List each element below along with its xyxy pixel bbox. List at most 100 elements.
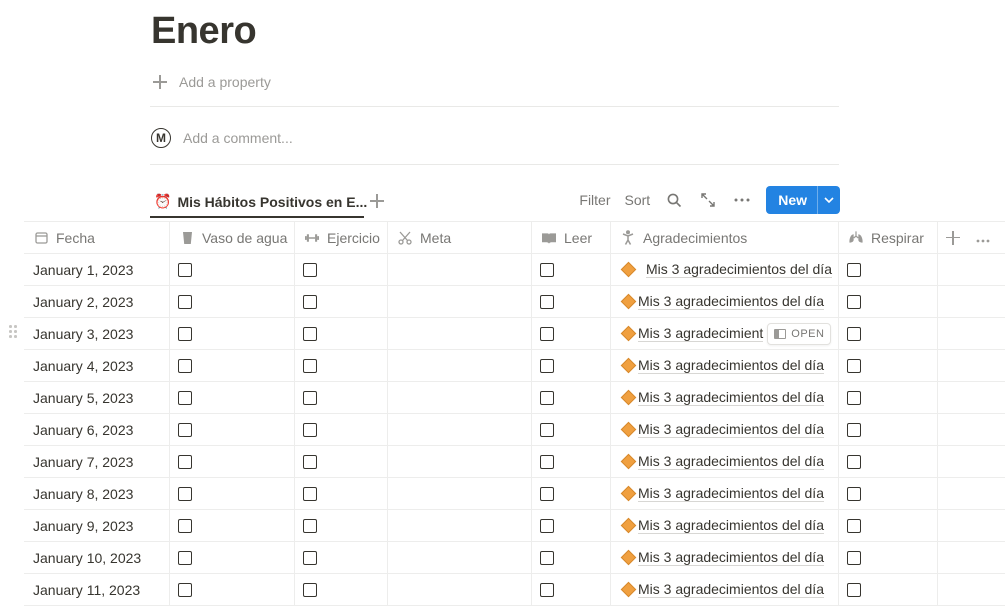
vaso-checkbox[interactable] bbox=[178, 582, 192, 597]
column-header-respirar[interactable]: Respirar bbox=[839, 222, 938, 253]
tab-mis-habitos[interactable]: ⏰ Mis Hábitos Positivos en E... bbox=[154, 186, 377, 217]
agradecimientos-link[interactable]: Mis 3 agradecimientos del día bbox=[638, 581, 824, 598]
vaso-checkbox[interactable] bbox=[178, 326, 192, 341]
leer-checkbox[interactable] bbox=[540, 550, 554, 565]
column-header-ejercicio[interactable]: Ejercicio bbox=[295, 222, 388, 253]
fecha-cell[interactable]: January 10, 2023 bbox=[24, 542, 170, 573]
leer-checkbox[interactable] bbox=[540, 454, 554, 469]
vaso-checkbox[interactable] bbox=[178, 518, 192, 533]
ejercicio-checkbox[interactable] bbox=[303, 454, 317, 469]
meta-cell[interactable] bbox=[388, 446, 532, 477]
column-header-leer[interactable]: Leer bbox=[532, 222, 611, 253]
agradecimientos-cell[interactable]: Mis 3 agradecimientos del día bbox=[611, 542, 839, 573]
meta-cell[interactable] bbox=[388, 286, 532, 317]
vaso-checkbox[interactable] bbox=[178, 294, 192, 309]
vaso-checkbox[interactable] bbox=[178, 262, 192, 277]
fecha-cell[interactable]: January 4, 2023 bbox=[24, 350, 170, 381]
leer-checkbox[interactable] bbox=[540, 486, 554, 501]
table-row[interactable]: January 9, 2023 Mis 3 agradecimientos del… bbox=[24, 510, 1005, 542]
add-column-icon[interactable] bbox=[944, 229, 962, 247]
column-header-meta[interactable]: Meta bbox=[388, 222, 532, 253]
meta-cell[interactable] bbox=[388, 510, 532, 541]
search-icon[interactable] bbox=[664, 190, 684, 210]
respirar-checkbox[interactable] bbox=[847, 550, 861, 565]
agradecimientos-cell[interactable]: Mis 3 agradecimientos del día bbox=[611, 478, 839, 509]
leer-checkbox[interactable] bbox=[540, 390, 554, 405]
agradecimientos-cell[interactable]: Mis 3 agradecimientos del día bbox=[611, 254, 839, 285]
meta-cell[interactable] bbox=[388, 574, 532, 605]
agradecimientos-cell[interactable]: Mis 3 agradecimient OPEN bbox=[611, 318, 839, 349]
meta-cell[interactable] bbox=[388, 542, 532, 573]
ejercicio-checkbox[interactable] bbox=[303, 294, 317, 309]
table-row[interactable]: January 4, 2023 Mis 3 agradecimientos del… bbox=[24, 350, 1005, 382]
sort-button[interactable]: Sort bbox=[625, 192, 651, 208]
table-row[interactable]: January 8, 2023 Mis 3 agradecimientos del… bbox=[24, 478, 1005, 510]
fecha-cell[interactable]: January 3, 2023 bbox=[24, 318, 170, 349]
respirar-checkbox[interactable] bbox=[847, 294, 861, 309]
table-row[interactable]: January 6, 2023 Mis 3 agradecimientos del… bbox=[24, 414, 1005, 446]
column-header-fecha[interactable]: Fecha bbox=[24, 222, 170, 253]
fecha-cell[interactable]: January 6, 2023 bbox=[24, 414, 170, 445]
meta-cell[interactable] bbox=[388, 350, 532, 381]
ejercicio-checkbox[interactable] bbox=[303, 550, 317, 565]
ejercicio-checkbox[interactable] bbox=[303, 422, 317, 437]
vaso-checkbox[interactable] bbox=[178, 486, 192, 501]
meta-cell[interactable] bbox=[388, 318, 532, 349]
meta-cell[interactable] bbox=[388, 414, 532, 445]
leer-checkbox[interactable] bbox=[540, 326, 554, 341]
respirar-checkbox[interactable] bbox=[847, 582, 861, 597]
table-row[interactable]: January 11, 2023 Mis 3 agradecimientos de… bbox=[24, 574, 1005, 606]
table-row[interactable]: January 1, 2023 Mis 3 agradecimientos del… bbox=[24, 254, 1005, 286]
vaso-checkbox[interactable] bbox=[178, 390, 192, 405]
table-row[interactable]: January 3, 2023 Mis 3 agradecimient OPEN bbox=[24, 318, 1005, 350]
agradecimientos-cell[interactable]: Mis 3 agradecimientos del día bbox=[611, 414, 839, 445]
table-row[interactable]: January 2, 2023 Mis 3 agradecimientos del… bbox=[24, 286, 1005, 318]
ejercicio-checkbox[interactable] bbox=[303, 262, 317, 277]
ejercicio-checkbox[interactable] bbox=[303, 390, 317, 405]
vaso-checkbox[interactable] bbox=[178, 422, 192, 437]
agradecimientos-link[interactable]: Mis 3 agradecimientos del día bbox=[638, 485, 824, 502]
open-button[interactable]: OPEN bbox=[767, 322, 832, 345]
ejercicio-checkbox[interactable] bbox=[303, 518, 317, 533]
agradecimientos-link[interactable]: Mis 3 agradecimient bbox=[638, 325, 764, 342]
agradecimientos-link[interactable]: Mis 3 agradecimientos del día bbox=[638, 389, 824, 406]
vaso-checkbox[interactable] bbox=[178, 454, 192, 469]
agradecimientos-link[interactable]: Mis 3 agradecimientos del día bbox=[638, 517, 824, 534]
add-property-button[interactable]: Add a property bbox=[151, 70, 271, 94]
agradecimientos-cell[interactable]: Mis 3 agradecimientos del día bbox=[611, 350, 839, 381]
column-header-agradecimientos[interactable]: Agradecimientos bbox=[611, 222, 839, 253]
fecha-cell[interactable]: January 8, 2023 bbox=[24, 478, 170, 509]
respirar-checkbox[interactable] bbox=[847, 486, 861, 501]
drag-handle-icon[interactable] bbox=[9, 325, 19, 339]
leer-checkbox[interactable] bbox=[540, 294, 554, 309]
respirar-checkbox[interactable] bbox=[847, 358, 861, 373]
leer-checkbox[interactable] bbox=[540, 358, 554, 373]
leer-checkbox[interactable] bbox=[540, 262, 554, 277]
table-row[interactable]: January 5, 2023 Mis 3 agradecimientos del… bbox=[24, 382, 1005, 414]
agradecimientos-cell[interactable]: Mis 3 agradecimientos del día bbox=[611, 382, 839, 413]
expand-icon[interactable] bbox=[698, 190, 718, 210]
leer-checkbox[interactable] bbox=[540, 582, 554, 597]
respirar-checkbox[interactable] bbox=[847, 262, 861, 277]
agradecimientos-cell[interactable]: Mis 3 agradecimientos del día bbox=[611, 446, 839, 477]
agradecimientos-link[interactable]: Mis 3 agradecimientos del día bbox=[638, 549, 824, 566]
vaso-checkbox[interactable] bbox=[178, 358, 192, 373]
add-view-icon[interactable] bbox=[368, 192, 386, 210]
table-row[interactable]: January 10, 2023 Mis 3 agradecimientos de… bbox=[24, 542, 1005, 574]
add-comment-input[interactable]: M Add a comment... bbox=[151, 126, 293, 150]
leer-checkbox[interactable] bbox=[540, 518, 554, 533]
respirar-checkbox[interactable] bbox=[847, 518, 861, 533]
fecha-cell[interactable]: January 7, 2023 bbox=[24, 446, 170, 477]
fecha-cell[interactable]: January 1, 2023 bbox=[24, 254, 170, 285]
column-header-vaso[interactable]: Vaso de agua bbox=[170, 222, 295, 253]
table-row[interactable]: January 7, 2023 Mis 3 agradecimientos del… bbox=[24, 446, 1005, 478]
agradecimientos-cell[interactable]: Mis 3 agradecimientos del día bbox=[611, 510, 839, 541]
agradecimientos-link[interactable]: Mis 3 agradecimientos del día bbox=[638, 421, 824, 438]
vaso-checkbox[interactable] bbox=[178, 550, 192, 565]
more-options-icon[interactable] bbox=[976, 230, 990, 246]
meta-cell[interactable] bbox=[388, 382, 532, 413]
fecha-cell[interactable]: January 5, 2023 bbox=[24, 382, 170, 413]
respirar-checkbox[interactable] bbox=[847, 326, 861, 341]
ejercicio-checkbox[interactable] bbox=[303, 326, 317, 341]
filter-button[interactable]: Filter bbox=[579, 192, 610, 208]
